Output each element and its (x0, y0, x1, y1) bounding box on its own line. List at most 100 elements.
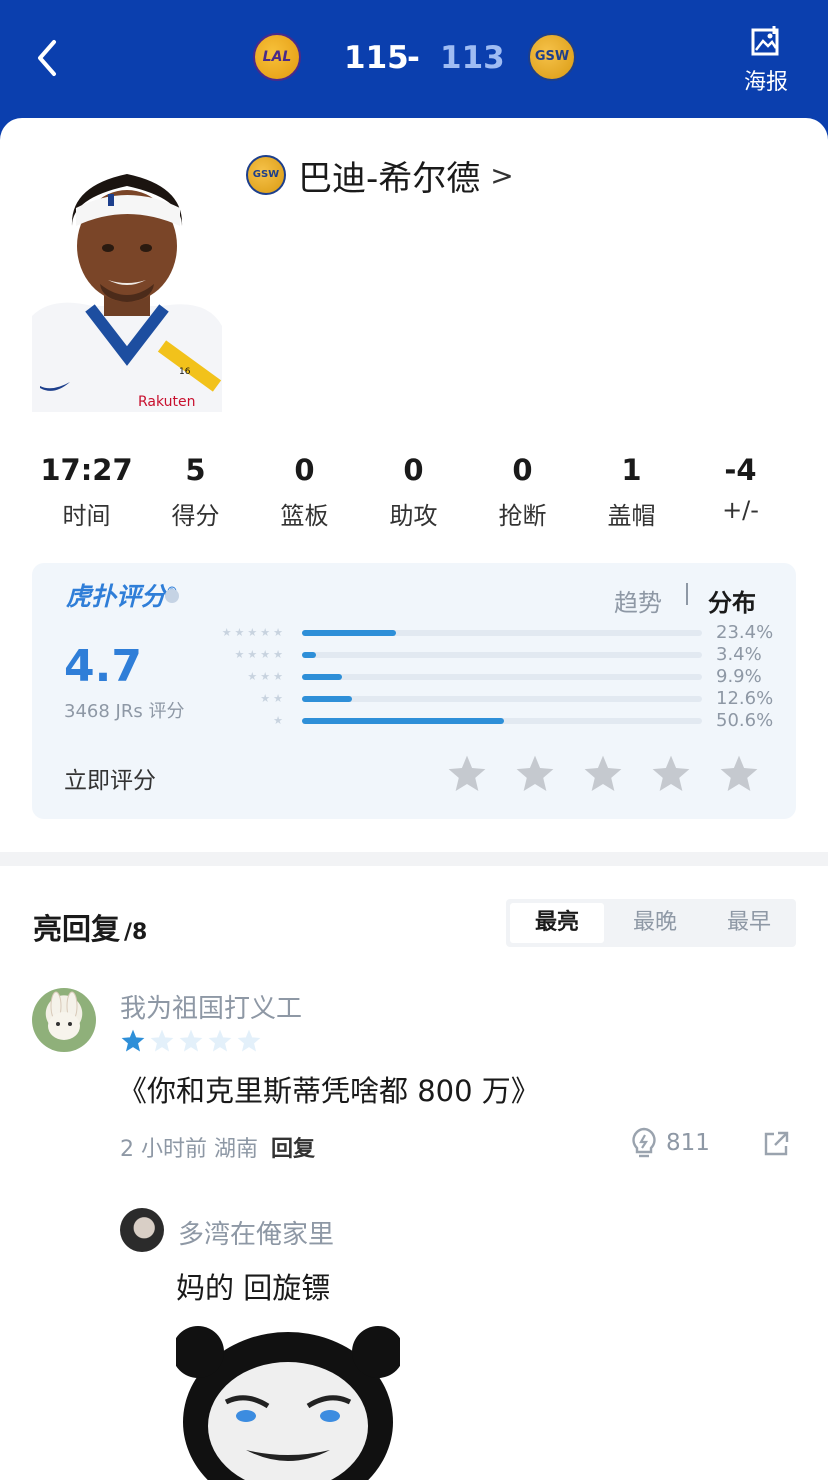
distribution-track (302, 718, 702, 724)
sort-tab-earliest[interactable]: 最早 (702, 899, 796, 947)
jersey-sponsor: Rakuten (138, 394, 196, 410)
comment-location: 湖南 (214, 1137, 259, 1162)
team-badge-icon: GSW (246, 155, 286, 195)
stat-label: 时间 (62, 502, 111, 530)
stat-value: 1 (621, 453, 642, 487)
stat-rebounds: 0 篮板 (250, 450, 359, 531)
poster-button[interactable]: 海报 (740, 20, 792, 96)
stat-label: 抢断 (498, 502, 547, 530)
distribution-percent: 9.9% (716, 666, 762, 687)
chevron-left-icon (38, 40, 56, 76)
rating-brand-text: 虎扑评分 (66, 582, 167, 611)
user-rating-stars (120, 1028, 265, 1054)
comment-meta: 2 小时前 湖南 回复 (120, 1131, 315, 1163)
rate-now-label: 立即评分 (64, 768, 156, 794)
distribution-percent: 3.4% (716, 644, 762, 665)
chevron-right-icon: > (490, 158, 514, 192)
star-empty-icon (237, 1029, 261, 1052)
avatar[interactable] (32, 988, 96, 1052)
stat-points: 5 得分 (141, 450, 250, 531)
stat-label: 得分 (171, 502, 220, 530)
stat-label: +/- (722, 496, 759, 524)
distribution-row-3: ★★★ 9.9% (204, 667, 774, 687)
reply-button[interactable]: 回复 (271, 1137, 315, 1162)
stat-value: 0 (294, 453, 315, 487)
info-icon[interactable] (165, 589, 179, 603)
star-1-icon[interactable] (446, 753, 488, 795)
distribution-bar (302, 718, 505, 724)
score-separator: - (407, 40, 420, 76)
distribution-stars: ★★ (260, 692, 286, 705)
distribution-track (302, 652, 702, 658)
sort-tab-brightest[interactable]: 最亮 (510, 903, 604, 943)
tab-divider (686, 583, 688, 605)
warriors-logo-text: GSW (534, 49, 570, 64)
distribution-track (302, 696, 702, 702)
stat-assists: 0 助攻 (359, 450, 468, 531)
back-button[interactable] (30, 36, 70, 80)
distribution-stars: ★★★★★ (221, 626, 286, 639)
reply-avatar[interactable] (120, 1208, 164, 1252)
star-4-icon[interactable] (650, 753, 692, 795)
distribution-row-2: ★★ 12.6% (204, 689, 774, 709)
section-divider (0, 852, 828, 866)
stat-label: 助攻 (389, 502, 438, 530)
comments-title-text: 亮回复 (33, 912, 121, 946)
share-icon[interactable] (762, 1130, 790, 1158)
star-filled-icon (121, 1029, 145, 1052)
stat-steals: 0 抢断 (468, 450, 577, 531)
star-5-icon[interactable] (718, 753, 760, 795)
distribution-bar (302, 652, 316, 658)
comment-sort-tabs: 最亮 最晚 最早 (506, 899, 796, 947)
light-count: 811 (666, 1130, 710, 1156)
tab-trend[interactable]: 趋势 (614, 583, 662, 618)
away-score: 113 (440, 40, 505, 76)
comment-username[interactable]: 我为祖国打义工 (120, 988, 302, 1025)
distribution-row-5: ★★★★★ 23.4% (204, 623, 774, 643)
distribution-stars: ★★★ (247, 670, 286, 683)
stat-plus-minus: -4 +/- (686, 450, 795, 531)
stat-value: 17:27 (40, 453, 133, 487)
rating-score: 4.7 (64, 641, 142, 692)
player-name-link[interactable]: GSW 巴迪-希尔德 > (246, 154, 514, 199)
stat-value: 0 (512, 453, 533, 487)
player-photo: 16 Rakuten (32, 156, 222, 412)
star-empty-icon (179, 1029, 203, 1052)
star-2-icon[interactable] (514, 753, 556, 795)
lightbulb-icon (632, 1127, 656, 1158)
stat-value: 5 (185, 453, 206, 487)
distribution-percent: 50.6% (716, 710, 774, 731)
distribution-percent: 12.6% (716, 688, 774, 709)
stat-minutes: 17:27 时间 (32, 450, 141, 531)
distribution-bar (302, 630, 396, 636)
tab-distribution[interactable]: 分布 (708, 583, 756, 618)
comment-text: 《你和克里斯蒂凭啥都 800 万》 (118, 1074, 540, 1108)
stat-label: 盖帽 (607, 502, 656, 530)
stat-value: -4 (724, 453, 757, 487)
rating-panel: 虎扑评分® 趋势 分布 4.7 3468 JRs 评分 ★★★★★ 23.4% … (32, 563, 796, 819)
distribution-stars: ★★★★ (234, 648, 286, 661)
comment-time: 2 小时前 (120, 1137, 207, 1162)
distribution-track (302, 630, 702, 636)
star-empty-icon (208, 1029, 232, 1052)
light-button[interactable]: 811 (630, 1127, 710, 1159)
lakers-logo-text: LAL (262, 49, 292, 65)
star-3-icon[interactable] (582, 753, 624, 795)
player-stats: 17:27 时间 5 得分 0 篮板 0 助攻 0 抢断 1 盖帽 -4 +/- (32, 450, 796, 531)
rating-brand: 虎扑评分® (66, 577, 178, 613)
reply-text: 妈的 回旋镖 (176, 1271, 331, 1305)
distribution-track (302, 674, 702, 680)
lakers-logo[interactable]: LAL (253, 33, 301, 81)
meme-image[interactable] (176, 1322, 400, 1480)
sort-tab-latest[interactable]: 最晚 (608, 899, 702, 947)
rate-stars (446, 753, 786, 795)
star-empty-icon (150, 1029, 174, 1052)
image-export-icon (751, 26, 779, 56)
distribution-percent: 23.4% (716, 622, 774, 643)
warriors-logo[interactable]: GSW (528, 33, 576, 81)
jersey-number: 16 (179, 367, 191, 377)
comments-count: /8 (124, 920, 148, 945)
stat-label: 篮板 (280, 502, 329, 530)
reply-username[interactable]: 多湾在俺家里 (178, 1214, 334, 1251)
stat-value: 0 (403, 453, 424, 487)
